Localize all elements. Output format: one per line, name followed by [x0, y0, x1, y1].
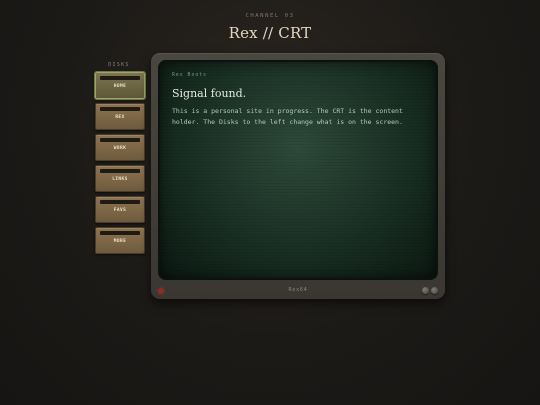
disks-label: DISKS [108, 63, 130, 68]
disk-shutter [100, 107, 140, 111]
disk-label: LINKS [112, 177, 128, 182]
disk-label: HOME [113, 84, 127, 89]
screen-eyebrow: Rex Boots [172, 73, 207, 78]
disk-favs-button[interactable]: FAVS [95, 196, 145, 223]
knob-icon[interactable] [422, 287, 429, 294]
disk-label: WORK [113, 146, 127, 151]
disk-label: MORE [113, 239, 127, 244]
knob-icon[interactable] [431, 287, 438, 294]
disk-rex-button[interactable]: REX [95, 103, 145, 130]
disk-links-button[interactable]: LINKS [95, 165, 145, 192]
disk-home-button[interactable]: HOME [95, 72, 145, 99]
disk-work-button[interactable]: WORK [95, 134, 145, 161]
disk-label: REX [115, 115, 125, 120]
screen-heading: Signal found. [172, 87, 247, 100]
disk-shutter [100, 231, 140, 235]
disks-nav: DISKS HOME REX WORK LINKS FAVS MORE [94, 63, 145, 258]
disk-shutter [100, 138, 140, 142]
disk-more-button[interactable]: MORE [95, 227, 145, 254]
channel-label: CHANNEL 03 [245, 13, 295, 19]
screen-body-text: This is a personal site in progress. The… [172, 107, 403, 126]
disk-shutter [100, 76, 140, 80]
disk-shutter [100, 169, 140, 173]
crt-screen: Rex Boots Signal found. This is a person… [158, 60, 438, 280]
site-title: Rex // CRT [228, 24, 312, 42]
crt-monitor: Rex Boots Signal found. This is a person… [151, 53, 445, 299]
monitor-brand: Rex64 [288, 287, 308, 293]
disk-shutter [100, 200, 140, 204]
disk-label: FAVS [113, 208, 127, 213]
